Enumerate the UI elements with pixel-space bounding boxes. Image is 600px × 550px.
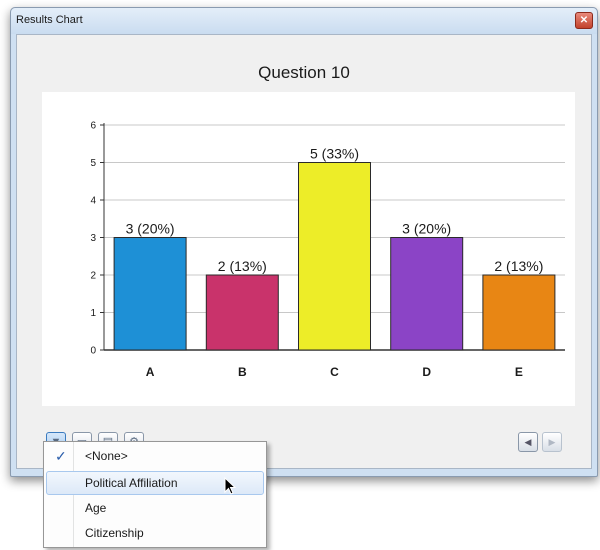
window-title: Results Chart [16,14,83,26]
category-label: E [515,365,523,379]
results-chart-window: Results Chart ✕ Question 10 0 1 2 3 4 5 6 3 (20… [10,7,598,477]
close-button[interactable]: ✕ [575,12,593,29]
menu-item-label: <None> [85,449,128,463]
check-icon: ✓ [55,448,67,464]
bar [482,274,556,351]
title-bar[interactable]: Results Chart ✕ [11,8,597,34]
data-label: 3 (20%) [126,221,175,237]
category-label: C [330,365,339,379]
y-tick-label: 6 [90,121,96,132]
menu-item-citizenship[interactable]: Citizenship [46,522,264,546]
category-label: A [146,365,155,379]
data-label: 3 (20%) [402,221,451,237]
previous-button[interactable]: ◀ [518,432,538,452]
y-tick-label: 0 [90,346,96,357]
bar [113,237,187,351]
data-label: 2 (13%) [494,258,543,274]
bar-chart: 0 1 2 3 4 5 6 3 (20%) A 2 (13%) B 5 (33%) C 3 (20%) D 2… [90,121,565,379]
chart-title: Question 10 [258,63,350,82]
next-button[interactable]: ▶ [542,432,562,452]
category-label: B [238,365,247,379]
menu-item-label: Citizenship [85,526,144,540]
bar [298,162,371,351]
menu-item-none[interactable]: ✓ <None> [46,445,264,469]
close-icon: ✕ [579,15,589,26]
plot-area: 0 1 2 3 4 5 6 3 (20%) A 2 (13%) B 5 (33%) C 3 (20%) D 2… [42,92,575,406]
data-label: 5 (33%) [310,146,359,162]
next-icon: ▶ [548,437,556,447]
y-tick-label: 4 [90,196,96,207]
menu-item-age[interactable]: Age [46,497,264,521]
bar [205,274,279,351]
menu-item-label: Age [85,501,107,515]
menu-item-label: Political Affiliation [85,476,178,490]
y-tick-label: 3 [90,233,96,244]
mouse-cursor-icon [224,477,237,495]
previous-icon: ◀ [524,437,532,447]
category-label: D [422,365,431,379]
y-tick-label: 5 [90,158,96,169]
data-label: 2 (13%) [218,258,267,274]
chart-panel: Question 10 0 1 2 3 4 5 6 3 (20%) A 2 (13%) B 5 (33… [16,34,592,469]
y-tick-label: 1 [90,308,96,319]
y-tick-label: 2 [90,271,96,282]
bar [390,237,464,351]
